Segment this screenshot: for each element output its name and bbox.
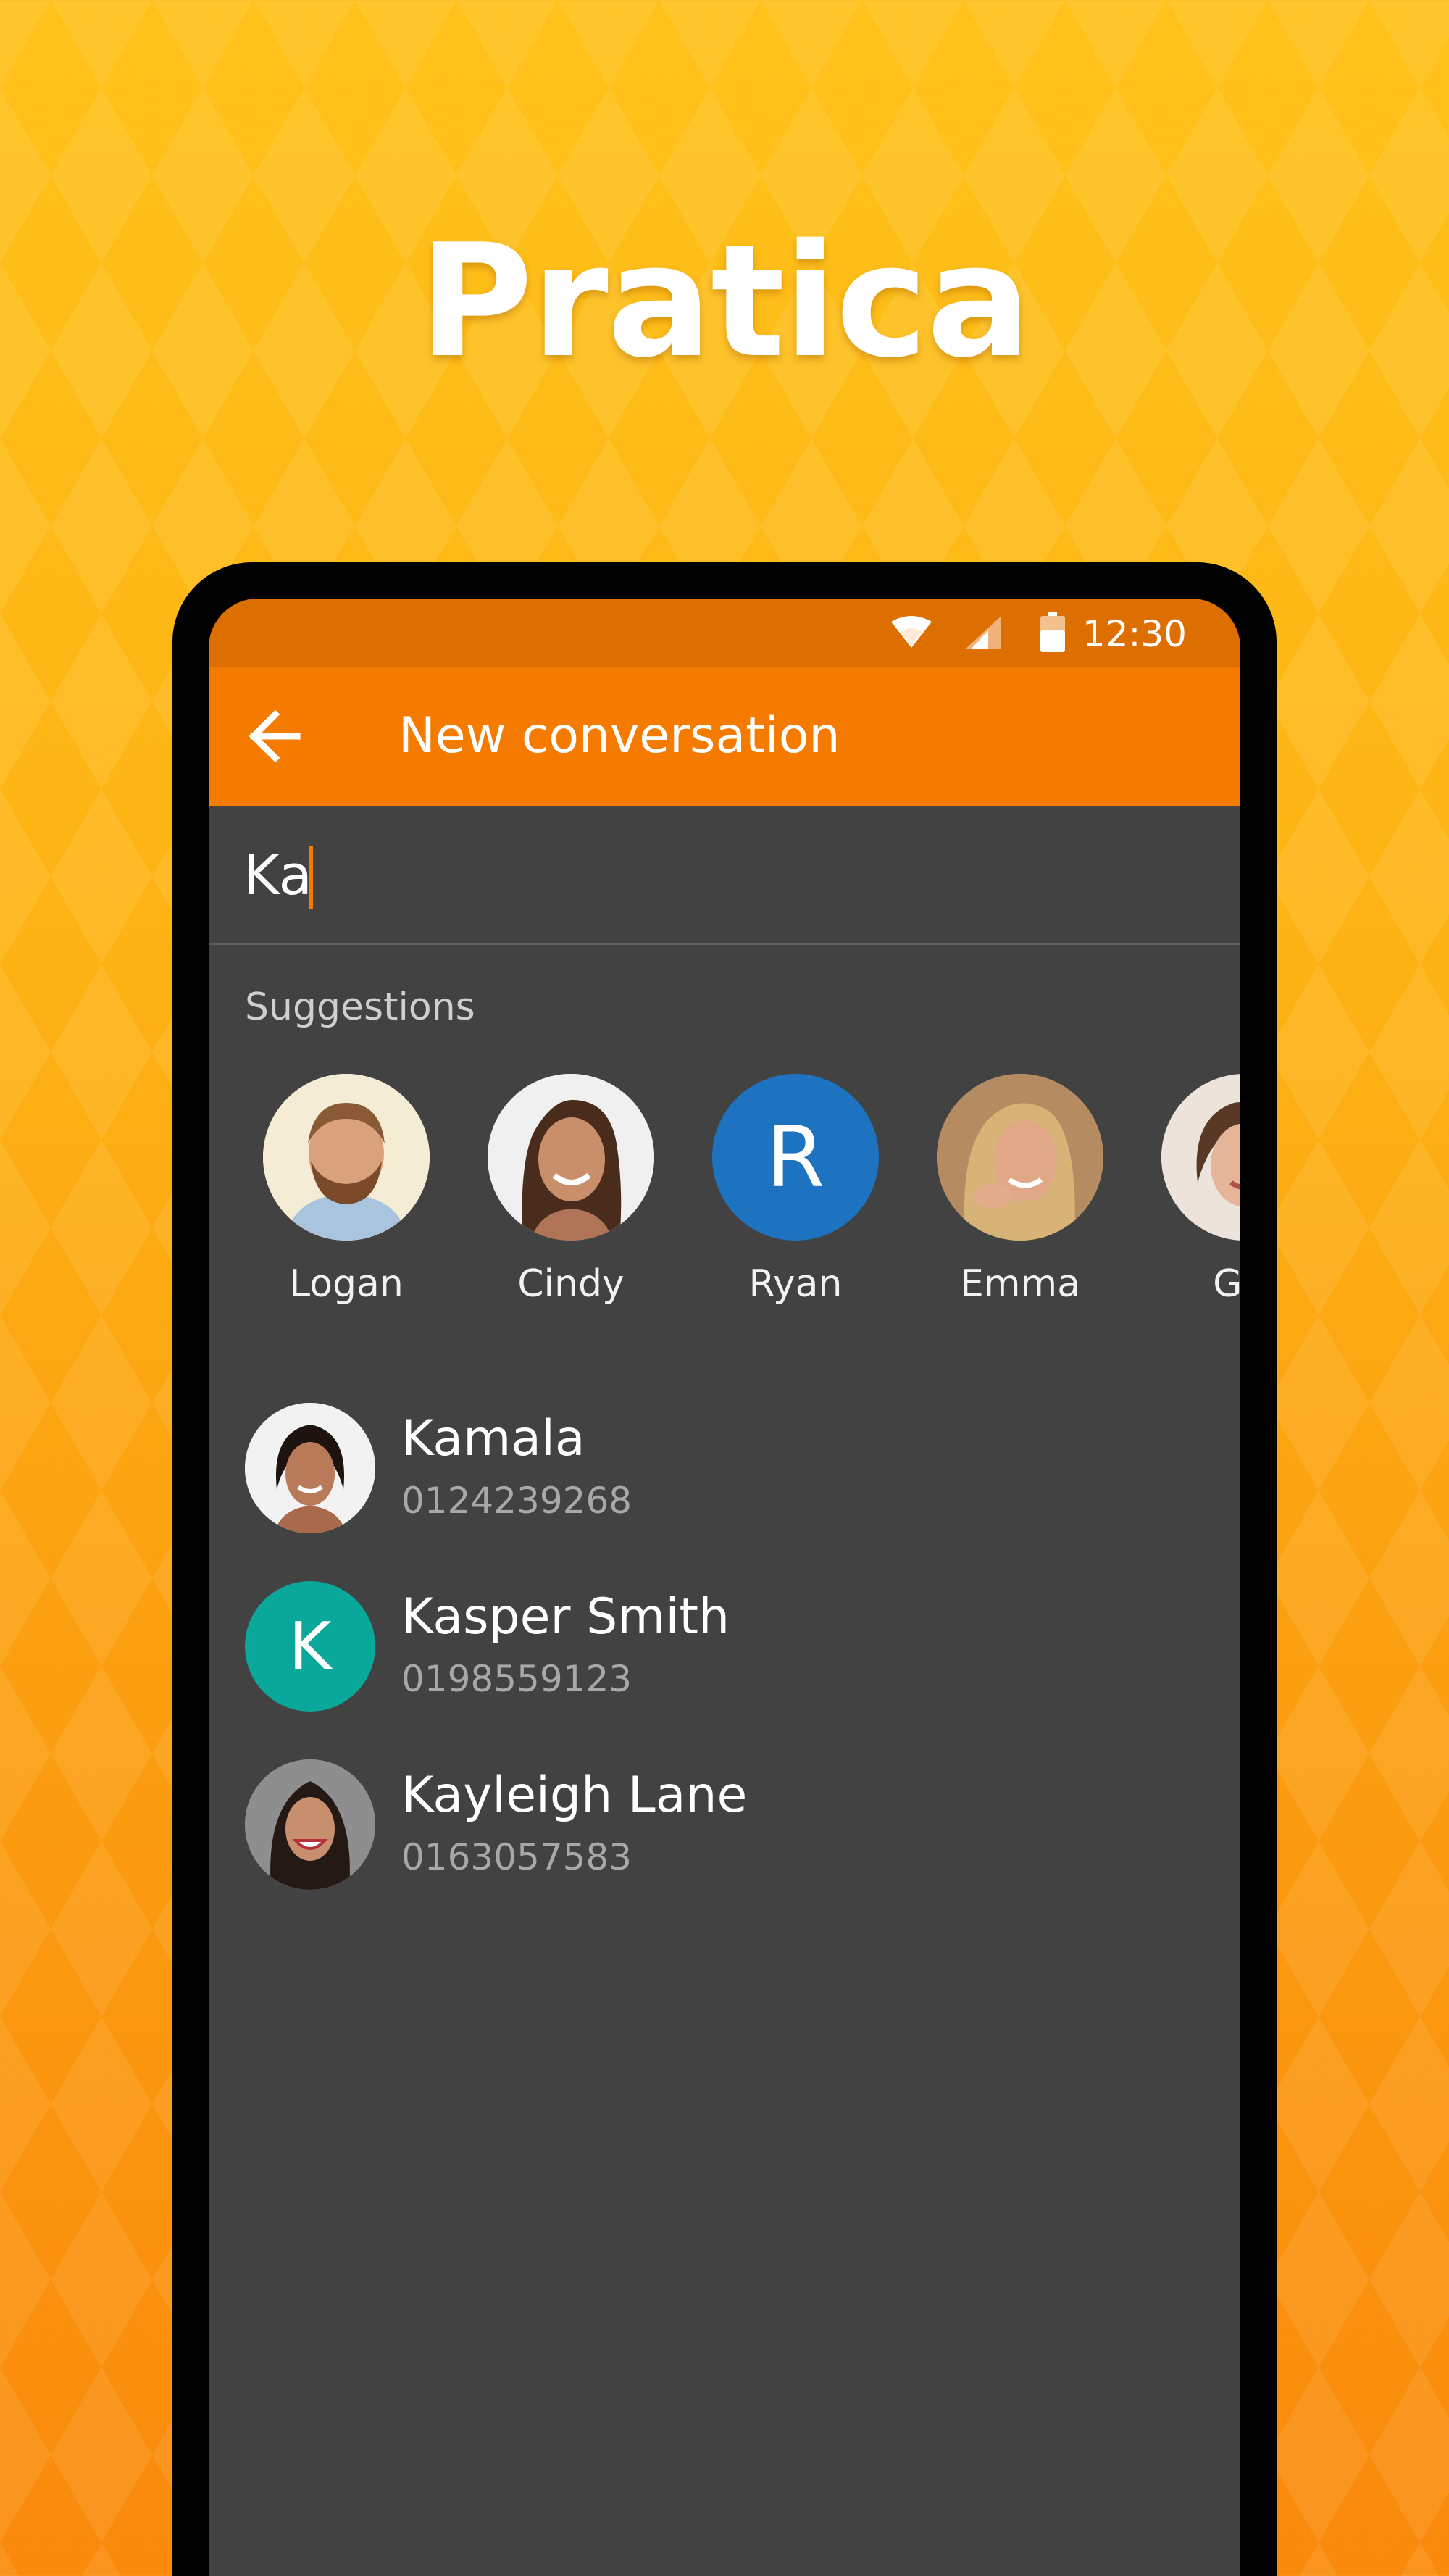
person-photo-icon	[488, 1074, 654, 1241]
text-caret	[309, 846, 313, 909]
status-bar: 12:30	[209, 599, 1240, 667]
contact-search-input[interactable]	[209, 806, 1240, 943]
suggestion-emma[interactable]: Emma	[911, 1074, 1129, 1306]
back-arrow-icon[interactable]	[246, 710, 301, 762]
headline: Pratica	[419, 210, 1032, 392]
person-photo-icon	[1161, 1074, 1240, 1241]
avatar	[1161, 1074, 1240, 1241]
person-photo-icon	[245, 1759, 375, 1890]
phone-frame: 12:30 New conversation Suggestions	[172, 562, 1277, 2576]
suggestion-ryan[interactable]: R Ryan	[687, 1074, 904, 1306]
avatar-initial: R	[712, 1074, 879, 1241]
suggestions-label: Suggestions	[245, 985, 475, 1029]
person-photo-icon	[263, 1074, 430, 1241]
contact-name: Kamala	[401, 1410, 585, 1467]
avatar-letter: R	[766, 1108, 825, 1206]
suggestion-logan[interactable]: Logan	[238, 1074, 455, 1306]
search-row	[209, 806, 1240, 945]
contact-name: Kayleigh Lane	[401, 1767, 748, 1824]
contact-row-kamala[interactable]: Kamala 0124239268	[209, 1390, 1240, 1549]
battery-icon	[1040, 612, 1065, 652]
avatar-initial: K	[245, 1581, 375, 1712]
suggestion-name: Cindy	[517, 1262, 625, 1306]
suggestion-name: Emma	[959, 1262, 1081, 1306]
suggestion-name: Ryan	[748, 1262, 843, 1306]
signal-icon	[965, 616, 1001, 649]
avatar	[263, 1074, 430, 1241]
contact-name: Kasper Smith	[401, 1588, 730, 1646]
status-time: 12:30	[1082, 613, 1187, 655]
app-bar: New conversation	[209, 667, 1240, 806]
contact-phone: 0198559123	[401, 1658, 632, 1700]
person-photo-icon	[937, 1074, 1103, 1241]
avatar	[937, 1074, 1103, 1241]
suggestion-name: Logan	[289, 1262, 404, 1306]
avatar	[245, 1403, 375, 1533]
avatar-letter: K	[288, 1608, 332, 1685]
phone-screen: 12:30 New conversation Suggestions	[209, 599, 1240, 2576]
contact-phone: 0163057583	[401, 1836, 632, 1878]
suggestion-gin[interactable]: Gin	[1136, 1074, 1240, 1306]
contact-row-kayleigh-lane[interactable]: Kayleigh Lane 0163057583	[209, 1746, 1240, 1906]
contact-row-kasper-smith[interactable]: K Kasper Smith 0198559123	[209, 1568, 1240, 1727]
avatar	[488, 1074, 654, 1241]
avatar	[245, 1759, 375, 1890]
wifi-icon	[891, 616, 932, 648]
suggestion-cindy[interactable]: Cindy	[462, 1074, 680, 1306]
person-photo-icon	[245, 1403, 375, 1533]
page-title: New conversation	[398, 707, 840, 764]
contact-phone: 0124239268	[401, 1480, 632, 1522]
suggestion-name: Gin	[1213, 1262, 1240, 1306]
